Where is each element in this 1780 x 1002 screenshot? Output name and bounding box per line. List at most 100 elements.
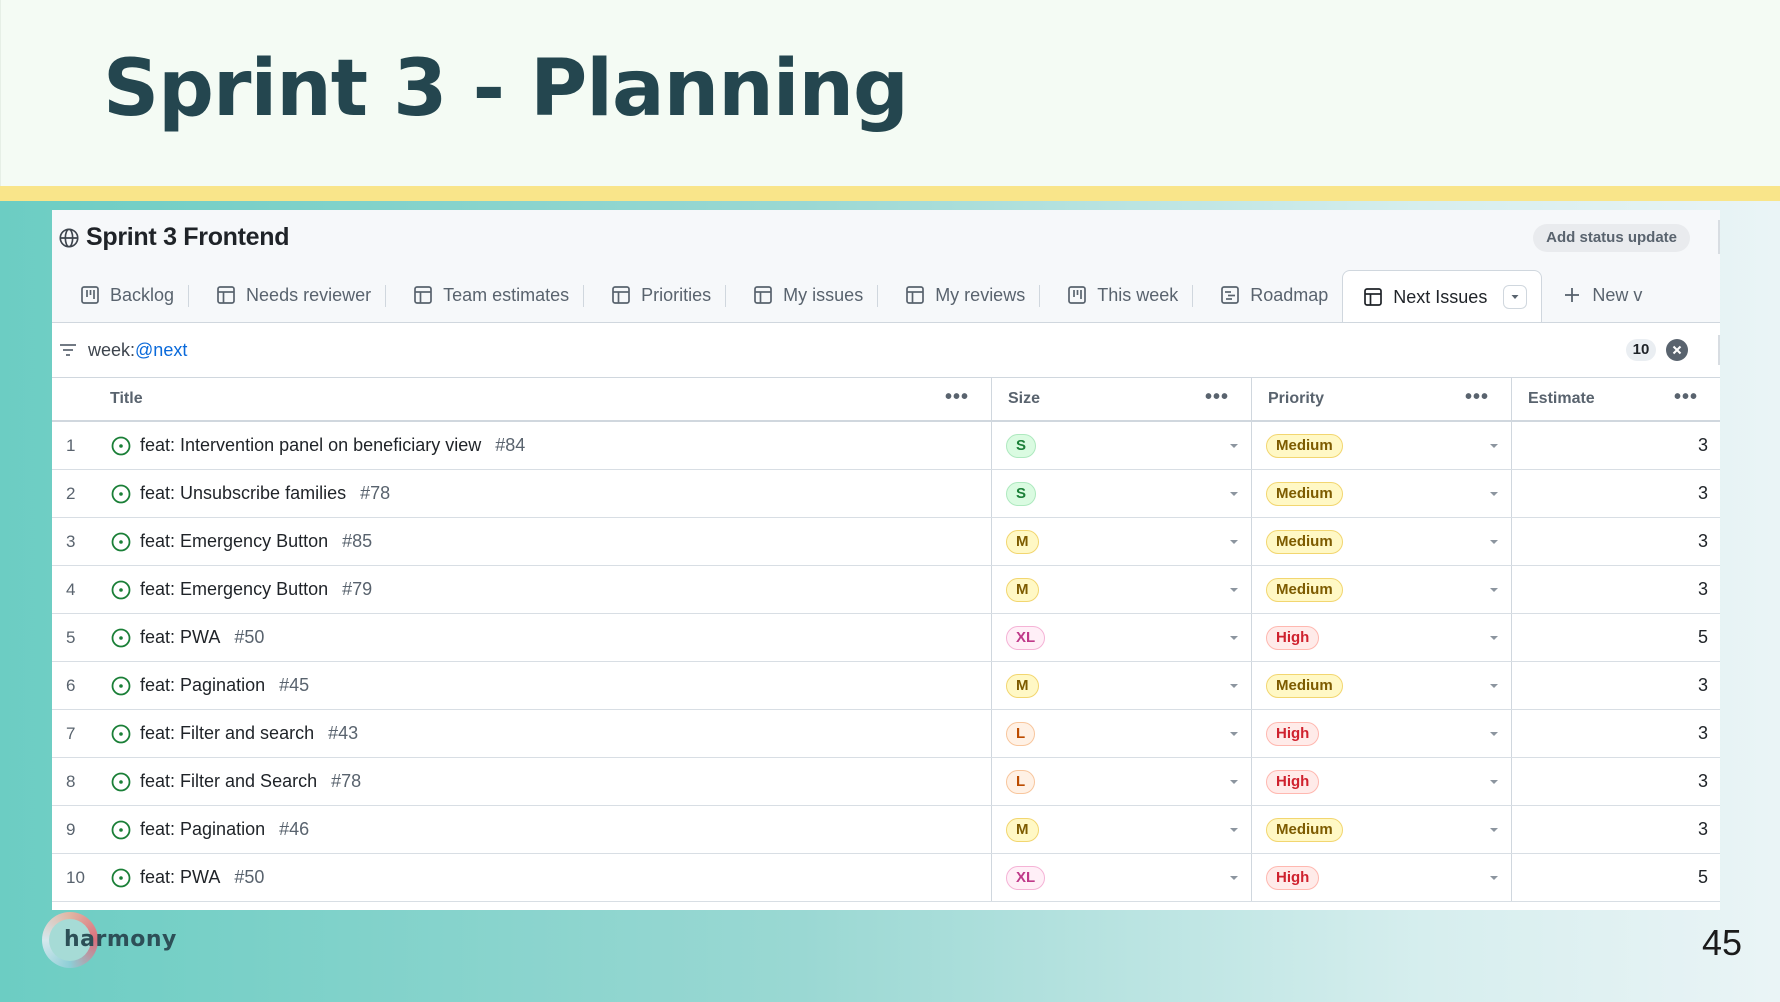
issue-number[interactable]: #50 <box>234 627 264 648</box>
issue-title[interactable]: feat: Emergency Button <box>140 531 328 552</box>
size-cell[interactable]: L <box>992 710 1252 757</box>
caret-down-icon[interactable] <box>1489 587 1499 593</box>
size-cell[interactable]: M <box>992 518 1252 565</box>
caret-down-icon[interactable] <box>1489 539 1499 545</box>
table-row[interactable]: 7 feat: Filter and search #43 L High 3 <box>52 710 1720 758</box>
size-cell[interactable]: XL <box>992 854 1252 901</box>
caret-down-icon[interactable] <box>1229 779 1239 785</box>
issue-number[interactable]: #79 <box>342 579 372 600</box>
table-row[interactable]: 5 feat: PWA #50 XL High 5 <box>52 614 1720 662</box>
tab-roadmap[interactable]: Roadmap <box>1192 268 1342 322</box>
caret-down-icon[interactable] <box>1489 779 1499 785</box>
estimate-cell[interactable]: 3 <box>1512 758 1720 805</box>
caret-down-icon[interactable] <box>1229 875 1239 881</box>
issue-title[interactable]: feat: Filter and Search <box>140 771 317 792</box>
issue-number[interactable]: #78 <box>331 771 361 792</box>
caret-down-icon[interactable] <box>1489 443 1499 449</box>
title-cell[interactable]: feat: PWA #50 <box>110 854 992 901</box>
caret-down-icon[interactable] <box>1489 635 1499 641</box>
caret-down-icon[interactable] <box>1229 683 1239 689</box>
issue-number[interactable]: #84 <box>495 435 525 456</box>
issue-number[interactable]: #43 <box>328 723 358 744</box>
caret-down-icon[interactable] <box>1489 731 1499 737</box>
clear-filter-button[interactable] <box>1666 339 1688 361</box>
issue-number[interactable]: #78 <box>360 483 390 504</box>
priority-cell[interactable]: Medium <box>1252 566 1512 613</box>
title-cell[interactable]: feat: Filter and Search #78 <box>110 758 992 805</box>
tab-backlog[interactable]: Backlog <box>52 268 188 322</box>
table-row[interactable]: 10 feat: PWA #50 XL High 5 <box>52 854 1720 902</box>
column-menu-icon[interactable]: ••• <box>1674 386 1698 409</box>
caret-down-icon[interactable] <box>1229 635 1239 641</box>
size-cell[interactable]: L <box>992 758 1252 805</box>
issue-title[interactable]: feat: PWA <box>140 867 220 888</box>
estimate-cell[interactable]: 3 <box>1512 470 1720 517</box>
title-cell[interactable]: feat: PWA #50 <box>110 614 992 661</box>
title-cell[interactable]: feat: Pagination #45 <box>110 662 992 709</box>
caret-down-icon[interactable] <box>1229 491 1239 497</box>
column-menu-icon[interactable]: ••• <box>1465 386 1489 409</box>
issue-title[interactable]: feat: Unsubscribe families <box>140 483 346 504</box>
caret-down-icon[interactable] <box>1229 443 1239 449</box>
priority-cell[interactable]: Medium <box>1252 806 1512 853</box>
table-row[interactable]: 4 feat: Emergency Button #79 M Medium 3 <box>52 566 1720 614</box>
column-header-priority[interactable]: Priority ••• <box>1252 378 1512 420</box>
column-header-size[interactable]: Size ••• <box>992 378 1252 420</box>
priority-cell[interactable]: Medium <box>1252 662 1512 709</box>
tab-this-week[interactable]: This week <box>1039 268 1192 322</box>
filter-input[interactable]: week:@next 10 <box>52 331 1720 369</box>
column-menu-icon[interactable]: ••• <box>945 386 969 409</box>
issue-title[interactable]: feat: Pagination <box>140 819 265 840</box>
table-row[interactable]: 6 feat: Pagination #45 M Medium 3 <box>52 662 1720 710</box>
estimate-cell[interactable]: 3 <box>1512 806 1720 853</box>
caret-down-icon[interactable] <box>1229 827 1239 833</box>
title-cell[interactable]: feat: Emergency Button #85 <box>110 518 992 565</box>
caret-down-icon[interactable] <box>1489 683 1499 689</box>
priority-cell[interactable]: High <box>1252 614 1512 661</box>
priority-cell[interactable]: Medium <box>1252 422 1512 469</box>
tab-next-issues[interactable]: Next Issues <box>1342 270 1543 322</box>
issue-number[interactable]: #50 <box>234 867 264 888</box>
priority-cell[interactable]: Medium <box>1252 470 1512 517</box>
caret-down-icon[interactable] <box>1489 875 1499 881</box>
table-row[interactable]: 3 feat: Emergency Button #85 M Medium 3 <box>52 518 1720 566</box>
new-view-button[interactable]: New v <box>1542 268 1656 322</box>
title-cell[interactable]: feat: Intervention panel on beneficiary … <box>110 422 992 469</box>
priority-cell[interactable]: High <box>1252 854 1512 901</box>
issue-title[interactable]: feat: Filter and search <box>140 723 314 744</box>
priority-cell[interactable]: High <box>1252 710 1512 757</box>
estimate-cell[interactable]: 3 <box>1512 518 1720 565</box>
title-cell[interactable]: feat: Filter and search #43 <box>110 710 992 757</box>
issue-number[interactable]: #85 <box>342 531 372 552</box>
table-row[interactable]: 9 feat: Pagination #46 M Medium 3 <box>52 806 1720 854</box>
estimate-cell[interactable]: 3 <box>1512 710 1720 757</box>
add-status-update-button[interactable]: Add status update <box>1533 224 1690 252</box>
tab-priorities[interactable]: Priorities <box>583 268 725 322</box>
tab-needs-reviewer[interactable]: Needs reviewer <box>188 268 385 322</box>
title-cell[interactable]: feat: Unsubscribe families #78 <box>110 470 992 517</box>
size-cell[interactable]: S <box>992 470 1252 517</box>
title-cell[interactable]: feat: Emergency Button #79 <box>110 566 992 613</box>
estimate-cell[interactable]: 3 <box>1512 422 1720 469</box>
tab-options-button[interactable] <box>1503 285 1528 309</box>
issue-title[interactable]: feat: Intervention panel on beneficiary … <box>140 435 481 456</box>
title-cell[interactable]: feat: Pagination #46 <box>110 806 992 853</box>
estimate-cell[interactable]: 5 <box>1512 614 1720 661</box>
issue-title[interactable]: feat: Emergency Button <box>140 579 328 600</box>
estimate-cell[interactable]: 3 <box>1512 566 1720 613</box>
column-header-title[interactable]: Title ••• <box>110 378 992 420</box>
caret-down-icon[interactable] <box>1229 731 1239 737</box>
priority-cell[interactable]: Medium <box>1252 518 1512 565</box>
size-cell[interactable]: XL <box>992 614 1252 661</box>
priority-cell[interactable]: High <box>1252 758 1512 805</box>
table-row[interactable]: 8 feat: Filter and Search #78 L High 3 <box>52 758 1720 806</box>
table-row[interactable]: 2 feat: Unsubscribe families #78 S Mediu… <box>52 470 1720 518</box>
column-menu-icon[interactable]: ••• <box>1205 386 1229 409</box>
tab-my-reviews[interactable]: My reviews <box>877 268 1039 322</box>
size-cell[interactable]: M <box>992 662 1252 709</box>
tab-team-estimates[interactable]: Team estimates <box>385 268 583 322</box>
table-row[interactable]: 1 feat: Intervention panel on beneficiar… <box>52 422 1720 470</box>
caret-down-icon[interactable] <box>1229 539 1239 545</box>
issue-title[interactable]: feat: Pagination <box>140 675 265 696</box>
issue-title[interactable]: feat: PWA <box>140 627 220 648</box>
